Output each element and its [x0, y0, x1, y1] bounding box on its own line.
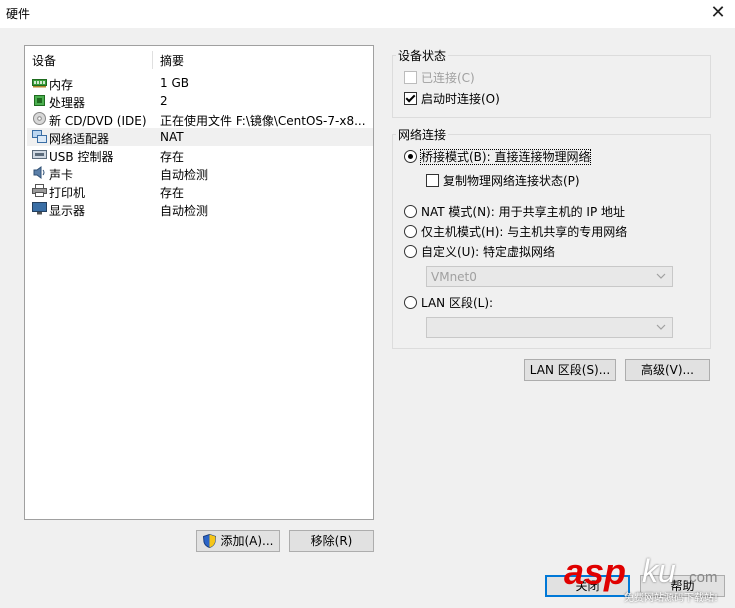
radio-circle	[404, 225, 417, 238]
processor-icon	[32, 94, 47, 107]
host-only-radio[interactable]: 仅主机模式(H): 与主机共享的专用网络	[404, 223, 627, 240]
device-row-network-adapter[interactable]: 网络适配器 NAT	[27, 128, 373, 146]
cd-dvd-icon	[32, 112, 47, 125]
column-header-device[interactable]: 设备	[32, 52, 56, 69]
device-summary: 存在	[160, 150, 185, 164]
device-summary: 2	[160, 94, 168, 108]
close-window-button[interactable]: ✕	[701, 0, 735, 28]
column-separator[interactable]	[152, 51, 153, 69]
device-row-processor[interactable]: 处理器 2	[27, 92, 373, 110]
custom-network-value: VMnet0	[431, 270, 477, 284]
chevron-down-icon	[656, 321, 666, 331]
chevron-down-icon	[656, 270, 666, 280]
connected-label: 已连接(C)	[421, 71, 475, 85]
radio-circle	[404, 245, 417, 258]
connect-at-power-on-label: 启动时连接(O)	[421, 92, 500, 106]
host-only-label: 仅主机模式(H): 与主机共享的专用网络	[421, 225, 628, 239]
lan-segments-button[interactable]: LAN 区段(S)...	[524, 359, 616, 381]
add-device-button[interactable]: 添加(A)...	[196, 530, 280, 552]
shield-icon	[202, 533, 217, 554]
lan-segment-radio[interactable]: LAN 区段(L):	[404, 294, 493, 311]
window-title: 硬件	[6, 7, 31, 21]
title-bar: 硬件 ✕	[0, 0, 735, 28]
watermark-domain: .com	[685, 569, 718, 586]
device-summary: 存在	[160, 186, 185, 200]
device-status-title: 设备状态	[396, 47, 449, 64]
replicate-state-checkbox[interactable]: 复制物理网络连接状态(P)	[426, 172, 580, 189]
network-adapter-icon	[32, 130, 47, 143]
advanced-button[interactable]: 高级(V)...	[625, 359, 710, 381]
checkbox-box	[426, 174, 439, 187]
device-row-memory[interactable]: 内存 1 GB	[27, 74, 373, 92]
radio-circle	[404, 205, 417, 218]
column-header-summary[interactable]: 摘要	[160, 52, 184, 69]
device-name: 声卡	[49, 168, 74, 182]
device-name: 内存	[49, 78, 74, 92]
add-device-label: 添加(A)...	[220, 534, 274, 548]
custom-network-select[interactable]: VMnet0	[426, 266, 673, 287]
watermark-logo: asp ku .com 免费网站源码下载站!	[560, 551, 735, 608]
device-row-sound-card[interactable]: 声卡 自动检测	[27, 164, 373, 182]
device-name: USB 控制器	[49, 150, 114, 164]
device-summary: 1 GB	[160, 76, 189, 90]
watermark-tagline: 免费网站源码下载站!	[624, 593, 719, 604]
printer-icon	[32, 184, 47, 197]
radio-circle	[404, 296, 417, 309]
nat-mode-radio[interactable]: NAT 模式(N): 用于共享主机的 IP 地址	[404, 203, 625, 220]
device-row-display[interactable]: 显示器 自动检测	[27, 200, 373, 218]
device-name: 打印机	[49, 186, 86, 200]
bridged-mode-radio[interactable]: 桥接模式(B): 直接连接物理网络	[404, 148, 592, 165]
watermark-brand: asp	[564, 551, 627, 592]
device-row-cd-dvd[interactable]: 新 CD/DVD (IDE) 正在使用文件 F:\镜像\CentOS-7-x8.…	[27, 110, 373, 128]
sound-card-icon	[32, 166, 47, 179]
memory-icon	[32, 76, 47, 89]
device-name: 显示器	[49, 204, 86, 218]
device-summary: 正在使用文件 F:\镜像\CentOS-7-x8...	[160, 114, 366, 128]
watermark-brand-ku: ku	[642, 553, 676, 589]
device-summary: NAT	[160, 130, 184, 144]
display-icon	[32, 202, 47, 215]
device-name: 处理器	[49, 96, 86, 110]
bridged-mode-label: 桥接模式(B): 直接连接物理网络	[419, 149, 592, 165]
device-summary: 自动检测	[160, 204, 209, 218]
checkbox-box	[404, 92, 417, 105]
checkbox-box	[404, 71, 417, 84]
device-status-group	[392, 55, 711, 118]
nat-mode-label: NAT 模式(N): 用于共享主机的 IP 地址	[421, 205, 626, 219]
device-row-printer[interactable]: 打印机 存在	[27, 182, 373, 200]
usb-icon	[32, 148, 47, 161]
radio-circle	[404, 150, 417, 163]
device-name: 网络适配器	[49, 132, 110, 146]
connected-checkbox[interactable]: 已连接(C)	[404, 69, 475, 86]
device-name: 新 CD/DVD (IDE)	[49, 114, 147, 128]
network-connection-title: 网络连接	[396, 126, 449, 143]
custom-network-radio[interactable]: 自定义(U): 特定虚拟网络	[404, 243, 555, 260]
lan-segment-select[interactable]	[426, 317, 673, 338]
custom-network-label: 自定义(U): 特定虚拟网络	[421, 245, 556, 259]
device-row-usb-controller[interactable]: USB 控制器 存在	[27, 146, 373, 164]
device-summary: 自动检测	[160, 168, 209, 182]
lan-segment-label: LAN 区段(L):	[421, 296, 494, 310]
replicate-state-label: 复制物理网络连接状态(P)	[443, 174, 580, 188]
connect-at-power-on-checkbox[interactable]: 启动时连接(O)	[404, 90, 500, 107]
remove-device-button[interactable]: 移除(R)	[289, 530, 374, 552]
device-list[interactable]: 设备 摘要 内存 1 GB 处理器 2 新 CD/DVD (IDE) 正在使用文…	[24, 45, 374, 520]
